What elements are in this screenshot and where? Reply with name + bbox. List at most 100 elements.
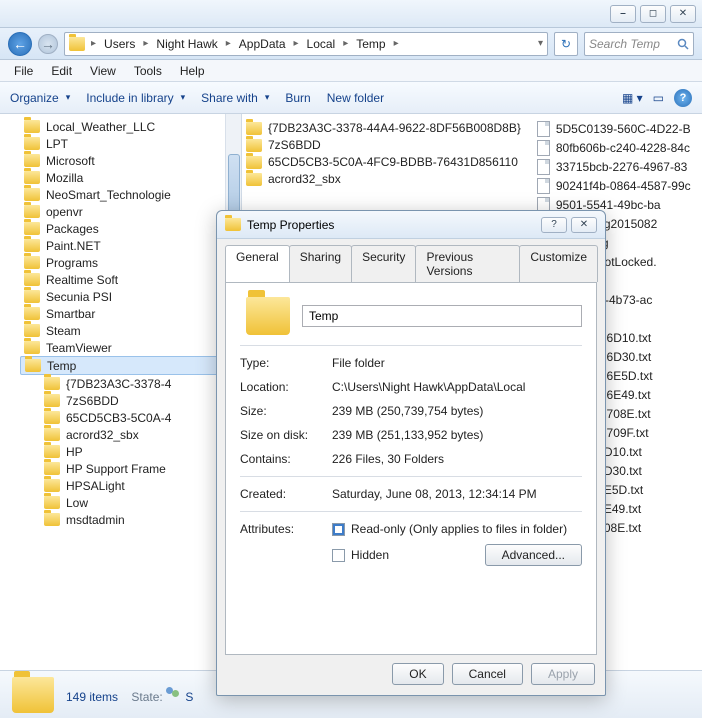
advanced-button[interactable]: Advanced... [485, 544, 582, 566]
tree-item[interactable]: acrord32_sbx [20, 426, 241, 443]
minimize-button[interactable]: ⎯ [610, 5, 636, 23]
tab-security[interactable]: Security [351, 245, 416, 282]
chevron-right-icon: ▸ [343, 38, 348, 49]
tree-item[interactable]: Packages [20, 220, 241, 237]
folder-icon [25, 359, 41, 372]
breadcrumb-segment[interactable]: Users [98, 35, 141, 53]
window-titlebar: ⎯ ◻ ✕ [0, 0, 702, 28]
file-item[interactable]: 33715bcb-2276-4967-83 [535, 158, 693, 176]
tree-item-label: msdtadmin [66, 513, 125, 527]
chevron-right-icon: ▸ [294, 38, 299, 49]
tree-item[interactable]: Paint.NET [20, 237, 241, 254]
navigation-tree[interactable]: Local_Weather_LLCLPTMicrosoftMozillaNeoS… [0, 114, 242, 670]
tree-item-label: Smartbar [46, 307, 95, 321]
tree-item[interactable]: 65CD5CB3-5C0A-4 [20, 409, 241, 426]
menu-help[interactable]: Help [172, 62, 213, 80]
help-icon[interactable]: ? [674, 89, 692, 107]
tree-item[interactable]: LPT [20, 135, 241, 152]
share-with-button[interactable]: Share with [201, 91, 269, 105]
file-item[interactable]: 65CD5CB3-5C0A-4FC9-BDBB-76431D856110 [244, 154, 523, 170]
refresh-button[interactable]: ↻ [554, 32, 578, 56]
tree-item[interactable]: msdtadmin [20, 511, 241, 528]
cancel-button[interactable]: Cancel [452, 663, 523, 685]
tab-customize[interactable]: Customize [519, 245, 598, 282]
hidden-checkbox[interactable] [332, 549, 345, 562]
tree-item[interactable]: Low [20, 494, 241, 511]
folder-icon [24, 307, 40, 320]
search-input[interactable]: Search Temp [584, 32, 694, 56]
dialog-titlebar[interactable]: Temp Properties ? ✕ [217, 211, 605, 239]
menu-tools[interactable]: Tools [126, 62, 170, 80]
tree-item[interactable]: Steam [20, 322, 241, 339]
tree-item[interactable]: HPSALight [20, 477, 241, 494]
file-item[interactable]: 90241f4b-0864-4587-99c [535, 177, 693, 195]
tree-item-label: Paint.NET [46, 239, 101, 253]
file-item-label: 7zS6BDD [268, 138, 321, 152]
file-item-label: acrord32_sbx [268, 172, 341, 186]
tree-item[interactable]: openvr [20, 203, 241, 220]
tree-item[interactable]: Temp [20, 356, 241, 375]
tree-item-label: acrord32_sbx [66, 428, 139, 442]
ok-button[interactable]: OK [392, 663, 443, 685]
menu-view[interactable]: View [82, 62, 124, 80]
folder-icon [24, 205, 40, 218]
file-item[interactable]: 5D5C0139-560C-4D22-B [535, 120, 693, 138]
chevron-down-icon[interactable]: ▾ [538, 38, 543, 49]
include-library-button[interactable]: Include in library [86, 91, 185, 105]
forward-button[interactable]: → [38, 34, 58, 54]
type-label: Type: [240, 356, 320, 370]
tree-item[interactable]: HP Support Frame [20, 460, 241, 477]
folder-icon [44, 462, 60, 475]
folder-icon [24, 239, 40, 252]
file-item[interactable]: 80fb606b-c240-4228-84c [535, 139, 693, 157]
back-button[interactable]: ← [8, 32, 32, 56]
breadcrumb-segment[interactable]: Night Hawk [150, 35, 223, 53]
tree-item[interactable]: Programs [20, 254, 241, 271]
file-item[interactable]: acrord32_sbx [244, 171, 523, 187]
tab-previous-versions[interactable]: Previous Versions [415, 245, 520, 282]
dialog-help-button[interactable]: ? [541, 217, 567, 233]
breadcrumb-segment[interactable]: AppData [233, 35, 292, 53]
breadcrumb-segment[interactable]: Local [301, 35, 342, 53]
tree-item[interactable]: {7DB23A3C-3378-4 [20, 375, 241, 392]
burn-button[interactable]: Burn [285, 91, 310, 105]
tree-item[interactable]: NeoSmart_Technologie [20, 186, 241, 203]
breadcrumb-segment[interactable]: Temp [350, 35, 391, 53]
tab-panel-general: Type:File folder Location:C:\Users\Night… [225, 282, 597, 655]
menu-file[interactable]: File [6, 62, 41, 80]
tree-item[interactable]: Mozilla [20, 169, 241, 186]
folder-icon [24, 341, 40, 354]
dialog-close-button[interactable]: ✕ [571, 217, 597, 233]
folder-name-input[interactable] [302, 305, 582, 327]
tree-item[interactable]: Local_Weather_LLC [20, 118, 241, 135]
tree-item-label: HP Support Frame [66, 462, 166, 476]
tree-item-label: Packages [46, 222, 99, 236]
tab-sharing[interactable]: Sharing [289, 245, 352, 282]
menu-edit[interactable]: Edit [43, 62, 80, 80]
close-button[interactable]: ✕ [670, 5, 696, 23]
file-item[interactable]: {7DB23A3C-3378-44A4-9622-8DF56B008D8B} [244, 120, 523, 136]
readonly-checkbox[interactable] [332, 523, 345, 536]
tree-item[interactable]: Secunia PSI [20, 288, 241, 305]
tree-item[interactable]: HP [20, 443, 241, 460]
maximize-button[interactable]: ◻ [640, 5, 666, 23]
organize-button[interactable]: Organize [10, 91, 70, 105]
view-options-button[interactable]: ▦ ▾ [622, 91, 643, 105]
tree-item[interactable]: Realtime Soft [20, 271, 241, 288]
menu-bar: File Edit View Tools Help [0, 60, 702, 82]
apply-button[interactable]: Apply [531, 663, 595, 685]
file-item-label: 90241f4b-0864-4587-99c [556, 179, 691, 193]
new-folder-button[interactable]: New folder [327, 91, 384, 105]
item-count: 149 items [66, 690, 118, 704]
breadcrumb-bar[interactable]: ▸ Users ▸ Night Hawk ▸ AppData ▸ Local ▸… [64, 32, 548, 56]
tree-item[interactable]: 7zS6BDD [20, 392, 241, 409]
preview-pane-button[interactable]: ▭ [653, 91, 664, 105]
tab-general[interactable]: General [225, 245, 290, 282]
tree-item[interactable]: Microsoft [20, 152, 241, 169]
tree-item[interactable]: TeamViewer [20, 339, 241, 356]
hidden-label: Hidden [351, 548, 389, 562]
tree-item[interactable]: Smartbar [20, 305, 241, 322]
file-item[interactable]: 7zS6BDD [244, 137, 523, 153]
tree-item-label: Steam [46, 324, 81, 338]
address-bar-row: ← → ▸ Users ▸ Night Hawk ▸ AppData ▸ Loc… [0, 28, 702, 60]
